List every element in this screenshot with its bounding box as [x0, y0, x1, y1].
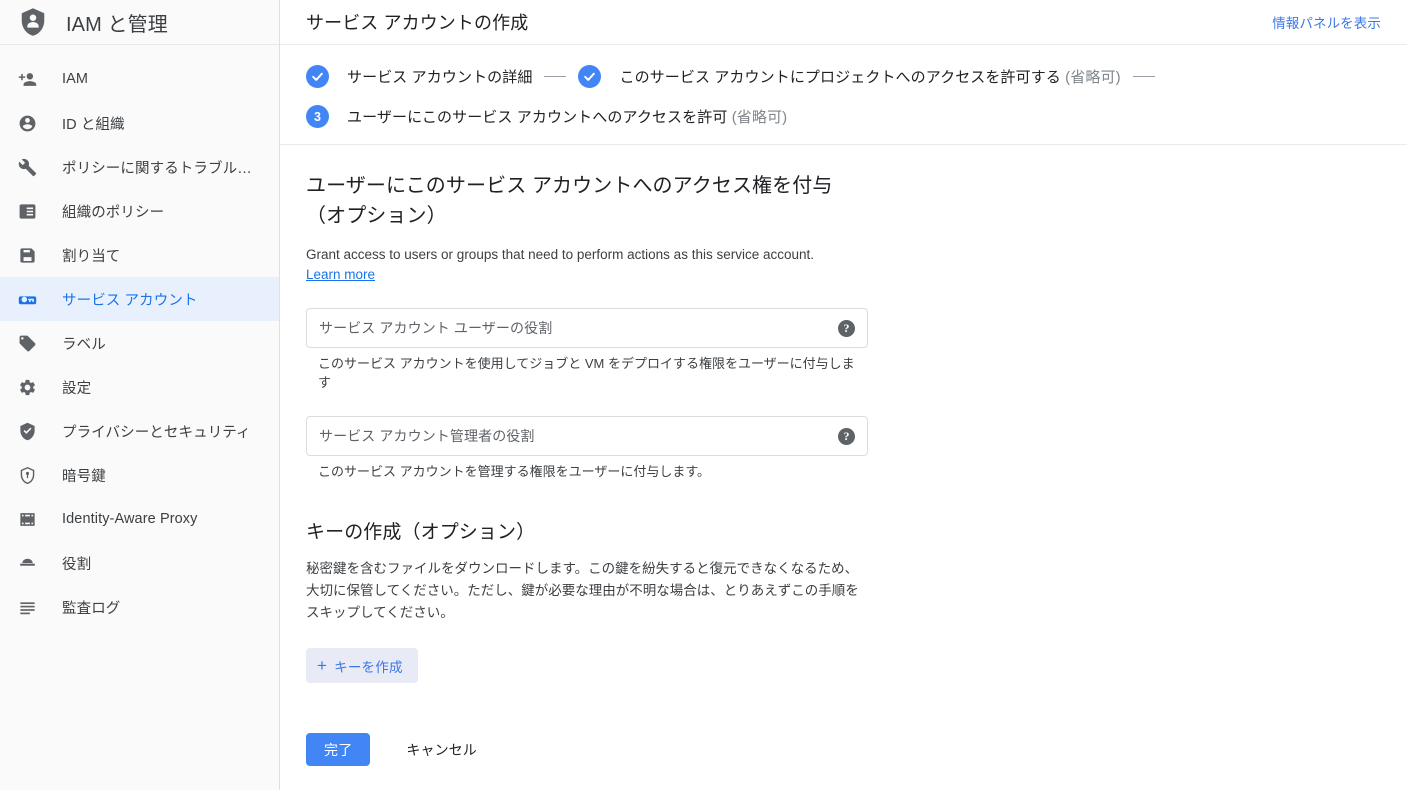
help-icon[interactable]: ?: [838, 427, 855, 445]
key-shield-icon: [18, 463, 44, 487]
stepper-row-bottom: 3 ユーザーにこのサービス アカウントへのアクセスを許可 (省略可): [306, 105, 1381, 128]
sidebar-item-label: 監査ログ: [62, 600, 121, 617]
sidebar-item-identity-org[interactable]: ID と組織: [0, 101, 279, 145]
key-creation-section: キーの作成（オプション） 秘密鍵を含むファイルをダウンロードします。この鍵を紛失…: [306, 517, 1381, 683]
policy-card-icon: [18, 199, 44, 223]
done-button[interactable]: 完了: [306, 733, 371, 766]
sidebar-item-privacy-security[interactable]: プライバシーとセキュリティ: [0, 409, 279, 453]
step-label-text: このサービス アカウントにプロジェクトへのアクセスを許可する: [619, 69, 1061, 86]
sidebar-item-label: 割り当て: [62, 248, 121, 265]
service-account-admins-role-input[interactable]: サービス アカウント管理者の役割 ?: [306, 416, 868, 456]
create-key-button[interactable]: + キーを作成: [306, 648, 418, 683]
sidebar-item-iam[interactable]: IAM: [0, 57, 279, 101]
sidebar-item-service-accounts[interactable]: サービス アカウント: [0, 277, 279, 321]
sidebar-item-label: サービス アカウント: [62, 292, 198, 309]
sidebar-item-crypto-keys[interactable]: 暗号鍵: [0, 453, 279, 497]
step-number-badge: 3: [306, 105, 329, 128]
sidebar-item-identity-aware-proxy[interactable]: Identity-Aware Proxy: [0, 497, 279, 541]
step-1-service-account-details[interactable]: サービス アカウントの詳細: [306, 65, 532, 88]
sidebar-item-audit-logs[interactable]: 監査ログ: [0, 585, 279, 629]
sidebar-item-label: 設定: [62, 380, 92, 397]
person-add-icon: [18, 67, 44, 91]
wrench-icon: [18, 155, 44, 179]
check-circle-icon: [306, 65, 329, 88]
step-2-grant-project-access[interactable]: このサービス アカウントにプロジェクトへのアクセスを許可する (省略可): [578, 65, 1121, 88]
plus-icon: +: [317, 656, 328, 675]
sidebar-item-label: ID と組織: [62, 116, 125, 133]
access-section-description: Grant access to users or groups that nee…: [306, 247, 814, 262]
field-hint: このサービス アカウントを使用してジョブと VM をデプロイする権限をユーザーに…: [318, 356, 855, 390]
sidebar-item-roles[interactable]: 役割: [0, 541, 279, 585]
sidebar-item-policy-troubleshooter[interactable]: ポリシーに関するトラブル…: [0, 145, 279, 189]
key-section-description: 秘密鍵を含むファイルをダウンロードします。この鍵を紛失すると復元できなくなるため…: [306, 561, 859, 620]
check-circle-icon: [578, 65, 602, 88]
step-label: ユーザーにこのサービス アカウントへのアクセスを許可 (省略可): [347, 106, 787, 127]
service-account-users-role-input[interactable]: サービス アカウント ユーザーの役割 ?: [306, 308, 868, 348]
sidebar-item-org-policies[interactable]: 組織のポリシー: [0, 189, 279, 233]
learn-more-link[interactable]: Learn more: [306, 267, 375, 282]
sidebar-item-label: IAM: [62, 71, 89, 87]
sidebar-item-quotas[interactable]: 割り当て: [0, 233, 279, 277]
service-account-admins-role-block: サービス アカウント管理者の役割 ? このサービス アカウントを管理する権限をユ…: [306, 416, 1381, 481]
input-placeholder: サービス アカウント管理者の役割: [319, 428, 535, 444]
step-label-text: ユーザーにこのサービス アカウントへのアクセスを許可: [347, 109, 728, 126]
service-account-users-role-block: サービス アカウント ユーザーの役割 ? このサービス アカウントを使用してジョ…: [306, 308, 1381, 392]
key-section-heading: キーの作成（オプション）: [306, 522, 536, 543]
gear-icon: [18, 375, 44, 399]
shield-person-icon: [16, 5, 50, 39]
page-header: サービス アカウントの作成 情報パネルを表示: [280, 0, 1407, 45]
iap-frame-icon: [18, 507, 44, 531]
sidebar-item-label: 暗号鍵: [62, 468, 106, 485]
access-section-heading: ユーザーにこのサービス アカウントへのアクセス権を付与（オプション）: [306, 175, 833, 227]
page-title: サービス アカウントの作成: [306, 13, 529, 33]
input-placeholder: サービス アカウント ユーザーの役割: [319, 320, 553, 336]
sidebar-item-labels[interactable]: ラベル: [0, 321, 279, 365]
main-content: サービス アカウントの作成 情報パネルを表示 サービス アカウントの詳細 このサ…: [280, 0, 1407, 790]
sidebar-item-label: ポリシーに関するトラブル…: [62, 160, 252, 177]
sidebar-title: IAM と管理: [66, 13, 168, 36]
audit-log-lines-icon: [18, 595, 44, 619]
sidebar-item-label: ラベル: [62, 336, 106, 353]
step-label: サービス アカウントの詳細: [347, 69, 533, 86]
label-tag-icon: [18, 331, 44, 355]
step-optional-tag: (省略可): [731, 109, 788, 126]
service-account-badge-icon: [18, 287, 44, 311]
sidebar-nav-list: IAM ID と組織 ポリシーに関するトラブル… 組織のポリシー 割り当て サー…: [0, 45, 279, 629]
shield-check-icon: [18, 419, 44, 443]
form-content: ユーザーにこのサービス アカウントへのアクセス権を付与（オプション） Grant…: [280, 145, 1407, 766]
sidebar-item-label: プライバシーとセキュリティ: [62, 424, 251, 441]
create-key-button-label: キーを作成: [334, 659, 403, 675]
sidebar-item-settings[interactable]: 設定: [0, 365, 279, 409]
stepper: サービス アカウントの詳細 このサービス アカウントにプロジェクトへのアクセスを…: [280, 45, 1407, 145]
step-label: このサービス アカウントにプロジェクトへのアクセスを許可する (省略可): [619, 66, 1120, 87]
step-connector-1: [544, 76, 567, 77]
sidebar: IAM と管理 IAM ID と組織 ポリシーに関するトラブル… 組織のポリシー…: [0, 0, 280, 790]
sidebar-header: IAM と管理: [0, 0, 279, 45]
sidebar-item-label: 組織のポリシー: [62, 204, 165, 221]
cancel-button[interactable]: キャンセル: [398, 733, 485, 766]
sidebar-item-label: 役割: [62, 556, 92, 573]
sidebar-item-label: Identity-Aware Proxy: [62, 511, 198, 527]
account-circle-icon: [18, 111, 44, 135]
stepper-row-top: サービス アカウントの詳細 このサービス アカウントにプロジェクトへのアクセスを…: [306, 65, 1381, 88]
quota-save-icon: [18, 243, 44, 267]
field-hint: このサービス アカウントを管理する権限をユーザーに付与します。: [318, 464, 711, 479]
step-optional-tag: (省略可): [1065, 69, 1121, 86]
roles-hat-icon: [18, 551, 44, 575]
show-info-panel-link[interactable]: 情報パネルを表示: [1272, 12, 1381, 32]
step-3-grant-users-access[interactable]: 3 ユーザーにこのサービス アカウントへのアクセスを許可 (省略可): [306, 105, 787, 128]
step-connector-2: [1132, 76, 1155, 77]
form-actions: 完了 キャンセル: [306, 733, 1381, 766]
app-root: IAM と管理 IAM ID と組織 ポリシーに関するトラブル… 組織のポリシー…: [0, 0, 1407, 790]
help-icon[interactable]: ?: [838, 319, 855, 337]
